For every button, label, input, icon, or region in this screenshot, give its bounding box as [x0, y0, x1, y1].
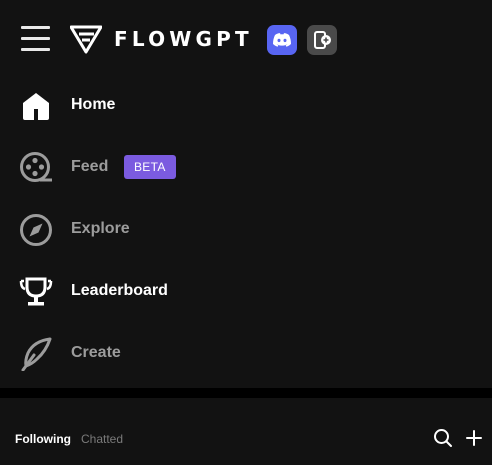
discord-icon: [273, 33, 291, 47]
beta-badge: BETA: [124, 155, 176, 179]
nav-label-explore: Explore: [71, 220, 130, 237]
nav-item-explore[interactable]: Explore: [18, 210, 130, 250]
nav-label-leaderboard: Leaderboard: [71, 282, 168, 299]
nav-label-home: Home: [71, 96, 116, 113]
sidebar-top-panel: [0, 0, 492, 388]
add-app-button[interactable]: [307, 25, 337, 55]
search-button[interactable]: [433, 428, 453, 448]
search-icon: [434, 429, 452, 447]
flowgpt-logo-mark-icon: [70, 25, 102, 54]
discord-button[interactable]: [267, 25, 297, 55]
home-icon: [18, 88, 54, 124]
flowgpt-logo[interactable]: FLOWGPT: [70, 23, 253, 55]
nav-item-create[interactable]: Create: [18, 334, 121, 374]
nav-label-create: Create: [71, 344, 121, 361]
hamburger-icon[interactable]: [20, 24, 52, 54]
nav-item-home[interactable]: Home: [18, 86, 115, 126]
add-app-icon: [314, 31, 331, 49]
brand-name: FLOWGPT: [114, 27, 253, 51]
nav-item-leaderboard[interactable]: Leaderboard: [18, 272, 168, 312]
nav-label-feed: Feed: [71, 158, 109, 175]
film-reel-icon: [18, 150, 54, 186]
add-chat-button[interactable]: [464, 428, 484, 448]
tab-following[interactable]: Following: [15, 432, 71, 446]
trophy-icon: [18, 274, 54, 310]
plus-icon: [466, 430, 482, 446]
tab-chatted[interactable]: Chatted: [81, 432, 123, 446]
nav-item-feed[interactable]: Feed BETA: [18, 148, 176, 188]
feather-icon: [18, 336, 54, 372]
compass-icon: [18, 212, 54, 248]
chat-tabs: Following Chatted: [15, 432, 123, 446]
